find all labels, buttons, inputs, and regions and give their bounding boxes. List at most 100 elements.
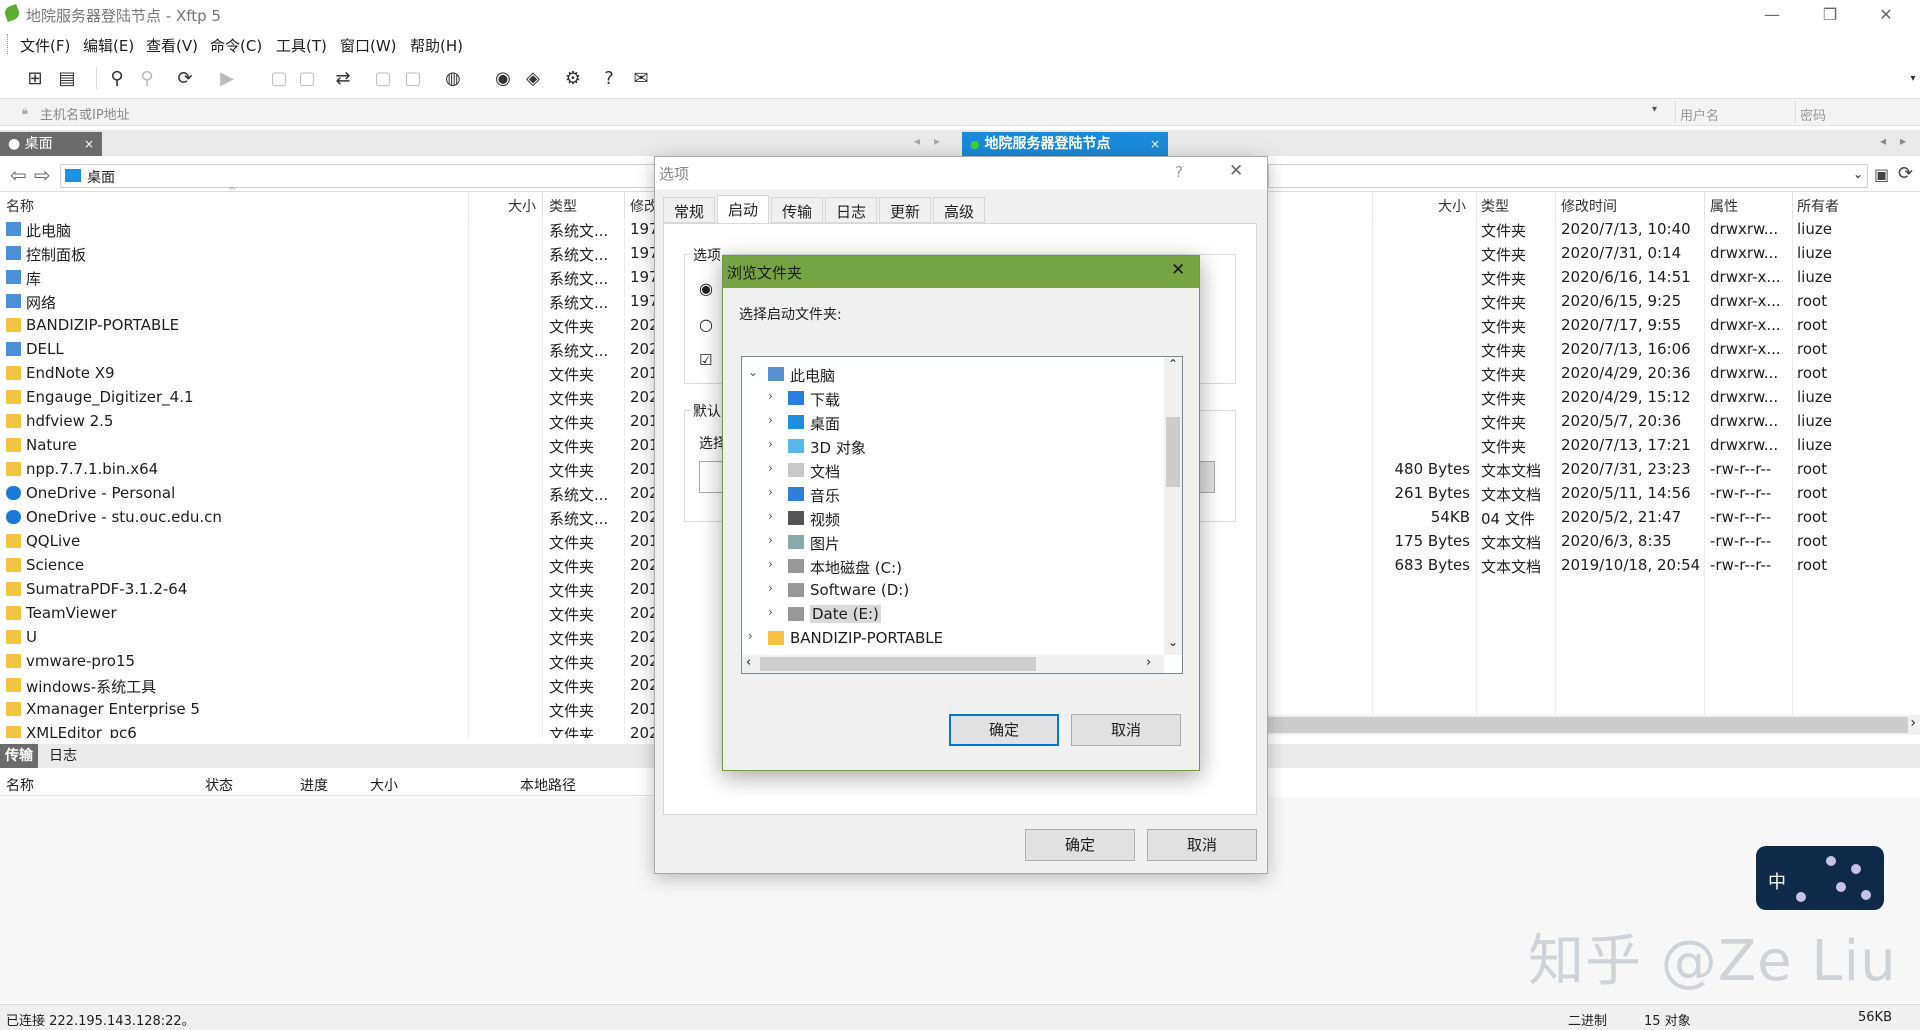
col-remote-owner[interactable]: 所有者 [1797,196,1839,216]
table-row[interactable]: 480 Bytes 文本文档 2020/7/31, 23:23 -rw-r--r-- r… [1268,458,1920,482]
menu-command[interactable]: 命令(C) [210,35,262,56]
host-input[interactable]: 主机名或IP地址 [40,104,130,123]
table-row[interactable]: 文件夹 2020/6/15, 9:25 drwxr-x... root [1268,290,1920,314]
scroll-right-icon[interactable]: › [1146,655,1151,670]
tab-startup[interactable]: 启动 [717,195,770,223]
local-path-input[interactable]: 桌面 [60,164,660,188]
table-row[interactable]: 文件夹 2020/6/16, 14:51 drwxr-x... liuze [1268,266,1920,290]
refresh-remote-icon[interactable]: ⟳ [1898,163,1913,184]
chevron-right-icon[interactable]: › [768,533,773,547]
table-row[interactable]: 文件夹 2020/7/13, 17:21 drwxrw... liuze [1268,434,1920,458]
table-row[interactable]: npp.7.7.1.bin.x64 文件夹 201 [0,458,660,482]
chevron-down-icon[interactable]: ⌄ [1853,167,1863,181]
scroll-up-icon[interactable]: ⌃ [1168,357,1178,371]
col-transfer-name[interactable]: 名称 [6,775,34,795]
tab-general[interactable]: 常规 [663,197,716,223]
new-session-icon[interactable]: ⊞ [22,65,48,91]
open-folder-icon[interactable]: ▤ [54,65,80,91]
tree-item[interactable]: › 桌面 [742,411,1162,435]
table-row[interactable]: 文件夹 2020/7/13, 10:40 drwxrw... liuze [1268,218,1920,242]
table-row[interactable]: 文件夹 2020/5/7, 20:36 drwxrw... liuze [1268,410,1920,434]
table-row[interactable]: 54KB 04 文件 2020/5/2, 21:47 -rw-r--r-- root [1268,506,1920,530]
refresh-icon[interactable]: ⟳ [172,65,198,91]
menu-tools[interactable]: 工具(T) [276,35,327,56]
col-remote-type[interactable]: 类型 [1481,196,1509,216]
table-row[interactable]: 此电脑 系统文... 197 [0,218,660,242]
close-icon[interactable]: × [84,132,94,156]
table-row[interactable]: 文件夹 2020/7/17, 9:55 drwxr-x... root [1268,314,1920,338]
table-row[interactable]: 控制面板 系统文... 197 [0,242,660,266]
close-button[interactable]: ✕ [1862,0,1910,30]
tree-item[interactable]: › 图片 [742,531,1162,555]
chevron-right-icon[interactable]: › [768,485,773,499]
help-icon[interactable]: ? [596,65,622,91]
table-row[interactable]: 文件夹 2020/4/29, 15:12 drwxrw... liuze [1268,386,1920,410]
tab-log[interactable]: 日志 [44,744,82,768]
options-cancel-button[interactable]: 取消 [1147,829,1257,861]
tab-scroll-right-icon[interactable]: ▸ [934,134,940,148]
tab-local-desktop[interactable]: ● 桌面 × [0,132,102,156]
tree-item[interactable]: › Date (E:) [742,603,1162,627]
chevron-right-icon[interactable]: › [768,389,773,403]
xshell-icon[interactable]: ◉ [490,65,516,91]
tree-horizontal-scrollbar[interactable]: ‹ › [742,655,1164,673]
table-row[interactable]: 261 Bytes 文本文档 2020/5/11, 14:56 -rw-r--r-- r… [1268,482,1920,506]
tree-vertical-scrollbar[interactable]: ⌃ ⌄ [1164,357,1182,655]
chevron-right-icon[interactable]: › [768,437,773,451]
col-name[interactable]: 名称 [6,196,34,216]
tab-scroll-left-icon-right[interactable]: ◂ [1880,134,1886,148]
help-button[interactable]: ? [1175,163,1183,181]
scroll-left-icon[interactable]: ‹ [746,655,751,670]
chevron-right-icon[interactable]: › [768,461,773,475]
table-row[interactable]: Xmanager Enterprise 5 文件夹 201 [0,698,660,722]
tree-item[interactable]: › 3D 对象 [742,435,1162,459]
xmanager-icon[interactable]: ◈ [520,65,546,91]
browse-cancel-button[interactable]: 取消 [1071,714,1181,746]
remote-horizontal-scrollbar[interactable]: › [1268,715,1920,735]
browse-ok-button[interactable]: 确定 [949,714,1059,746]
col-transfer-status[interactable]: 状态 [205,775,233,795]
gear-icon[interactable]: ⚙ [560,65,586,91]
host-dropdown-icon[interactable]: ▾ [1652,104,1657,115]
col-size[interactable]: 大小 [508,196,536,216]
table-row[interactable]: 175 Bytes 文本文档 2020/6/3, 8:35 -rw-r--r-- roo… [1268,530,1920,554]
col-remote-attr[interactable]: 属性 [1710,196,1738,216]
chevron-right-icon[interactable]: › [768,509,773,523]
radio-selected[interactable]: ◉ [699,279,713,298]
table-row[interactable]: QQLive 文件夹 201 [0,530,660,554]
table-row[interactable]: Engauge_Digitizer_4.1 文件夹 202 [0,386,660,410]
ime-indicator[interactable]: 中 [1756,846,1884,910]
chevron-right-icon[interactable]: › [768,413,773,427]
tree-item[interactable]: ⌄ 此电脑 [742,363,1162,387]
table-row[interactable]: 文件夹 2020/7/13, 16:06 drwxr-x... root [1268,338,1920,362]
tab-advanced[interactable]: 高级 [933,197,986,223]
menu-help[interactable]: 帮助(H) [410,35,463,56]
checkbox-checked[interactable]: ☑ [699,351,712,369]
table-row[interactable]: EndNote X9 文件夹 201 [0,362,660,386]
options-ok-button[interactable]: 确定 [1025,829,1135,861]
table-row[interactable]: XMLEditor_pc6 文件夹 202 [0,722,660,738]
scroll-right-icon[interactable]: › [1910,715,1916,731]
tab-scroll-right-icon-right[interactable]: ▸ [1900,134,1906,148]
menu-window[interactable]: 窗口(W) [340,35,397,56]
tab-update[interactable]: 更新 [879,197,932,223]
table-row[interactable]: BANDIZIP-PORTABLE 文件夹 202 [0,314,660,338]
tree-item[interactable]: › Software (D:) [742,579,1162,603]
col-transfer-local-path[interactable]: 本地路径 [520,775,576,795]
tree-item[interactable]: › 文档 [742,459,1162,483]
scroll-down-icon[interactable]: ⌄ [1168,635,1178,649]
table-row[interactable]: 文件夹 2020/4/29, 20:36 drwxrw... root [1268,362,1920,386]
radio-unselected[interactable]: ○ [699,315,713,334]
table-row[interactable]: OneDrive - stu.ouc.edu.cn 系统文... 202 [0,506,660,530]
chevron-right-icon[interactable]: › [768,581,773,595]
menu-file[interactable]: 文件(F) [20,35,70,56]
table-row[interactable]: TeamViewer 文件夹 202 [0,602,660,626]
table-row[interactable]: 库系统文... 197 [0,266,660,290]
col-remote-modified[interactable]: 修改时间 [1561,196,1617,216]
chevron-right-icon[interactable]: › [748,629,753,643]
chat-icon[interactable]: ✉ [628,65,654,91]
chevron-right-icon[interactable]: › [768,605,773,619]
menu-view[interactable]: 查看(V) [146,35,198,56]
horizontal-scroll-thumb[interactable] [760,657,1036,671]
forward-icon[interactable]: ⇨ [34,163,51,187]
